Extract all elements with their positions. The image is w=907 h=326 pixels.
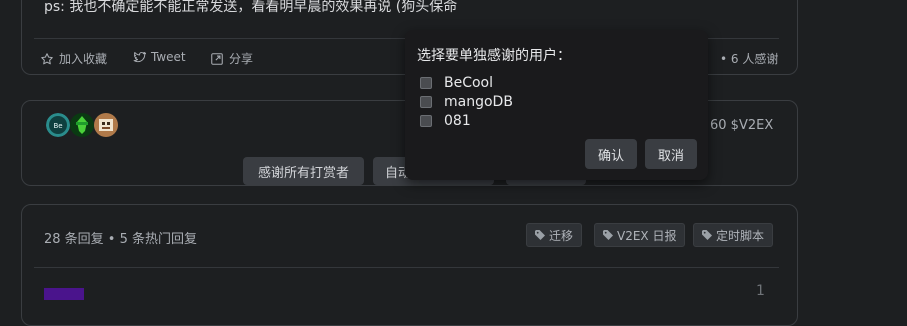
dialog-title: 选择要单独感谢的用户： <box>417 48 571 64</box>
divider <box>34 267 779 268</box>
checkbox[interactable] <box>420 115 432 127</box>
tag-scheduled-script[interactable]: 定时脚本 <box>693 223 774 247</box>
tag-label: V2EX 日报 <box>617 228 677 243</box>
user-option-becool[interactable]: BeCool <box>420 75 493 91</box>
avatar-becool[interactable]: Be <box>46 113 70 137</box>
tag-icon <box>535 230 545 240</box>
tweet-button[interactable]: Tweet <box>132 50 186 64</box>
user-label: mangoDB <box>444 94 513 110</box>
star-icon <box>41 52 53 64</box>
thank-all-tippers-button[interactable]: 感谢所有打赏者 <box>243 157 364 185</box>
confirm-button[interactable]: 确认 <box>585 139 637 169</box>
tag-label: 迁移 <box>549 228 574 243</box>
reply-avatar[interactable] <box>44 288 84 300</box>
cancel-button[interactable]: 取消 <box>645 139 697 169</box>
favorite-button[interactable]: 加入收藏 <box>40 50 107 67</box>
tweet-label: Tweet <box>151 50 186 64</box>
checkbox[interactable] <box>420 96 432 108</box>
v2ex-amount: 60 $V2EX <box>710 118 774 133</box>
user-label: 081 <box>444 113 471 129</box>
replies-card: 28 条回复 • 5 条热门回复 迁移 V2EX 日报 定时脚本 1 <box>21 204 798 326</box>
thanks-dialog: 选择要单独感谢的用户： BeCool mangoDB 081 确认 取消 <box>405 30 708 180</box>
share-label: 分享 <box>229 52 254 66</box>
twitter-icon <box>133 51 146 63</box>
avatar-081[interactable] <box>94 113 118 137</box>
share-button[interactable]: 分享 <box>210 50 253 67</box>
post-ps-text: ps: 我也不确定能不能正常发送，看看明早晨的效果再说 (狗头保命 <box>44 0 458 15</box>
tag-migration[interactable]: 迁移 <box>526 223 583 247</box>
share-icon <box>211 52 223 65</box>
tag-label: 定时脚本 <box>716 228 765 243</box>
svg-text:Be: Be <box>53 122 62 130</box>
tag-v2ex-daily[interactable]: V2EX 日报 <box>594 223 686 247</box>
favorite-label: 加入收藏 <box>59 52 108 66</box>
reply-floor-number: 1 <box>756 283 765 299</box>
user-option-081[interactable]: 081 <box>420 113 471 129</box>
user-option-mangodb[interactable]: mangoDB <box>420 94 513 110</box>
thanks-count: • 6 人感谢 <box>720 52 779 66</box>
reply-count: 28 条回复 • 5 条热门回复 <box>44 232 198 247</box>
user-label: BeCool <box>444 75 494 91</box>
tag-icon <box>702 230 712 240</box>
avatar-mangodb[interactable] <box>70 113 94 137</box>
checkbox[interactable] <box>420 77 432 89</box>
tag-icon <box>603 230 613 240</box>
